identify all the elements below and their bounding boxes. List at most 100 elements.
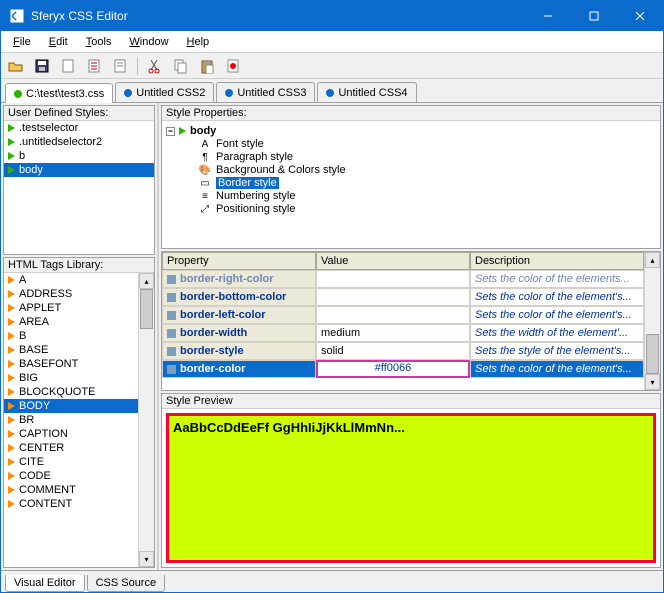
pg-row[interactable]: border-widthmediumSets the width of the …: [162, 324, 644, 342]
tree-child-label: Numbering style: [216, 190, 295, 202]
triangle-icon: [8, 388, 15, 396]
save-icon[interactable]: [31, 55, 53, 77]
tree-child[interactable]: 🎨Background & Colors style: [166, 164, 656, 177]
app-window: Sferyx CSS Editor File Edit Tools Window…: [0, 0, 664, 593]
bottom-tab[interactable]: Visual Editor: [5, 575, 85, 592]
scroll-thumb[interactable]: [646, 334, 659, 374]
doc-tab[interactable]: C:\test\test3.css: [5, 83, 113, 103]
triangle-icon: [8, 166, 15, 174]
tab-dot-icon: [124, 89, 132, 97]
tab-label: Untitled CSS3: [237, 87, 306, 99]
htl-item-label: B: [19, 330, 26, 342]
triangle-icon: [8, 458, 15, 466]
pg-value[interactable]: [316, 306, 470, 324]
htl-item[interactable]: A: [4, 273, 138, 287]
scroll-down-icon[interactable]: ▾: [645, 374, 660, 390]
htl-item[interactable]: BODY: [4, 399, 138, 413]
pg-row[interactable]: border-stylesolidSets the style of the e…: [162, 342, 644, 360]
menu-help[interactable]: Help: [179, 34, 218, 50]
tree-root[interactable]: − body: [166, 125, 656, 138]
pg-value[interactable]: medium: [316, 324, 470, 342]
pg-row[interactable]: border-bottom-colorSets the color of the…: [162, 288, 644, 306]
scroll-up-icon[interactable]: ▴: [139, 273, 154, 289]
scroll-up-icon[interactable]: ▴: [645, 252, 660, 268]
tree-child[interactable]: ¶Paragraph style: [166, 151, 656, 164]
html-tags-panel: HTML Tags Library: AADDRESSAPPLETAREABBA…: [3, 257, 155, 568]
htl-item[interactable]: COMMENT: [4, 483, 138, 497]
uds-item[interactable]: .testselector: [4, 121, 154, 135]
pg-value[interactable]: #ff0066: [316, 360, 470, 378]
htl-item[interactable]: CITE: [4, 455, 138, 469]
minimize-button[interactable]: [525, 1, 571, 31]
uds-list[interactable]: .testselector.untitledselector2b body: [4, 121, 154, 254]
scroll-down-icon[interactable]: ▾: [139, 551, 154, 567]
uds-item-label: b: [19, 150, 25, 162]
htl-scrollbar[interactable]: ▴ ▾: [138, 273, 154, 567]
menu-tools[interactable]: Tools: [78, 34, 120, 50]
cut-icon[interactable]: [144, 55, 166, 77]
htl-item[interactable]: BLOCKQUOTE: [4, 385, 138, 399]
sp-tree[interactable]: − body AFont style¶Paragraph style🎨Backg…: [162, 121, 660, 248]
col-value[interactable]: Value: [316, 252, 470, 270]
triangle-icon: [179, 127, 186, 135]
htl-item[interactable]: CAPTION: [4, 427, 138, 441]
style-preview-panel: Style Preview AaBbCcDdEeFf GgHhIiJjKkLlM…: [161, 393, 661, 568]
pg-row[interactable]: border-right-colorSets the color of the …: [162, 270, 644, 288]
htl-item[interactable]: B: [4, 329, 138, 343]
htl-item[interactable]: CODE: [4, 469, 138, 483]
pg-row[interactable]: border-color#ff0066Sets the color of the…: [162, 360, 644, 378]
tree-child[interactable]: AFont style: [166, 138, 656, 151]
doc-tab[interactable]: Untitled CSS3: [216, 82, 315, 102]
scroll-thumb[interactable]: [140, 289, 153, 329]
new-icon[interactable]: [57, 55, 79, 77]
menu-edit[interactable]: Edit: [41, 34, 76, 50]
paste-icon[interactable]: [196, 55, 218, 77]
triangle-icon: [8, 402, 15, 410]
htl-item[interactable]: BASEFONT: [4, 357, 138, 371]
user-defined-styles-panel: User Defined Styles: .testselector.untit…: [3, 105, 155, 255]
htl-item-label: AREA: [19, 316, 49, 328]
pg-value[interactable]: solid: [316, 342, 470, 360]
page1-icon[interactable]: [83, 55, 105, 77]
pg-value[interactable]: [316, 270, 470, 288]
pg-row[interactable]: border-left-colorSets the color of the e…: [162, 306, 644, 324]
htl-list[interactable]: AADDRESSAPPLETAREA BBASEBASEFONTBIGBLOCKQ…: [4, 273, 138, 567]
col-description[interactable]: Description: [470, 252, 644, 270]
uds-item[interactable]: .untitledselector2: [4, 135, 154, 149]
doc-tab[interactable]: Untitled CSS2: [115, 82, 214, 102]
open-icon[interactable]: [5, 55, 27, 77]
htl-item[interactable]: AREA: [4, 315, 138, 329]
htl-item[interactable]: BIG: [4, 371, 138, 385]
maximize-button[interactable]: [571, 1, 617, 31]
pg-scrollbar[interactable]: ▴ ▾: [644, 252, 660, 390]
close-button[interactable]: [617, 1, 663, 31]
uds-item[interactable]: body: [4, 163, 154, 177]
htl-item[interactable]: CONTENT: [4, 497, 138, 511]
window-title: Sferyx CSS Editor: [31, 9, 525, 23]
property-grid[interactable]: Property Value Description border-right-…: [162, 252, 644, 390]
menu-window[interactable]: Window: [121, 34, 176, 50]
htl-item[interactable]: BASE: [4, 343, 138, 357]
tree-child[interactable]: ⤢Positioning style: [166, 203, 656, 216]
uds-item-label: body: [19, 164, 43, 176]
tree-child[interactable]: ≡Numbering style: [166, 190, 656, 203]
htl-item[interactable]: ADDRESS: [4, 287, 138, 301]
uds-item[interactable]: b: [4, 149, 154, 163]
tree-child-label: Font style: [216, 138, 264, 150]
doc-tab[interactable]: Untitled CSS4: [317, 82, 416, 102]
col-property[interactable]: Property: [162, 252, 316, 270]
pg-desc: Sets the color of the elements...: [470, 270, 644, 288]
menu-file[interactable]: File: [5, 34, 39, 50]
prop-icon: [167, 293, 176, 302]
bottom-tab[interactable]: CSS Source: [87, 575, 166, 592]
copy-icon[interactable]: [170, 55, 192, 77]
page2-icon[interactable]: [109, 55, 131, 77]
tree-child[interactable]: ▭Border style: [166, 177, 656, 190]
htl-item[interactable]: CENTER: [4, 441, 138, 455]
htl-item[interactable]: APPLET: [4, 301, 138, 315]
htl-item[interactable]: BR: [4, 413, 138, 427]
collapse-icon[interactable]: −: [166, 127, 175, 136]
htl-item-label: CENTER: [19, 442, 64, 454]
pg-value[interactable]: [316, 288, 470, 306]
page3-icon[interactable]: [222, 55, 244, 77]
